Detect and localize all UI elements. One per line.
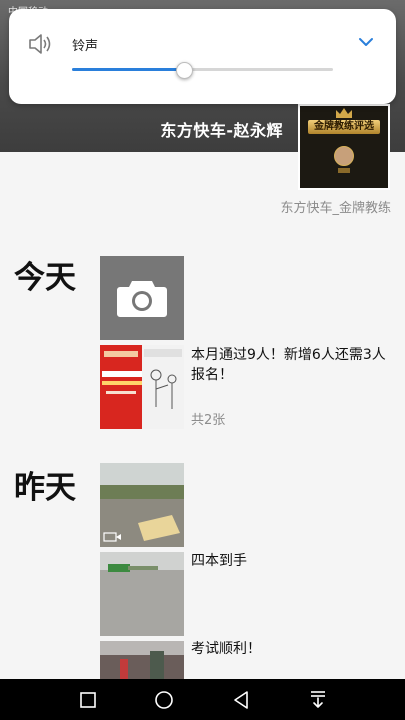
camera-button[interactable] xyxy=(100,256,184,340)
video-frame-image xyxy=(100,463,184,547)
avatar[interactable]: 金牌教练评选 xyxy=(298,104,390,190)
notification-pulldown-icon xyxy=(311,691,325,708)
recents-button[interactable] xyxy=(76,688,100,712)
camera-icon xyxy=(117,281,167,317)
post-text[interactable]: 考试顺利！ xyxy=(191,639,391,659)
volume-panel: 铃声 xyxy=(9,9,396,104)
volume-slider-knob[interactable] xyxy=(176,62,193,79)
post-text[interactable]: 四本到手 xyxy=(191,551,391,571)
avatar-detail xyxy=(338,168,350,173)
recents-square-icon xyxy=(80,692,96,708)
notification-pulldown-button[interactable] xyxy=(306,688,330,712)
post-thumbnail[interactable] xyxy=(100,345,184,429)
post-text[interactable]: 本月通过9人！新增6人还需3人报名！ xyxy=(191,345,391,385)
today-label: 今天 xyxy=(14,260,76,296)
navigation-bar xyxy=(0,679,405,720)
exam-image xyxy=(100,641,184,679)
profile-name: 东方快车-赵永辉 xyxy=(160,121,283,140)
back-button[interactable] xyxy=(229,688,253,712)
avatar-face xyxy=(334,146,354,166)
volume-label: 铃声 xyxy=(72,39,99,54)
speaker-icon[interactable] xyxy=(28,33,54,55)
volume-slider[interactable] xyxy=(72,62,333,79)
post-image-count: 共2张 xyxy=(191,413,226,428)
road-image xyxy=(100,552,184,636)
profile-subtitle: 东方快车_金牌教练 xyxy=(280,201,391,216)
back-triangle-icon xyxy=(234,691,248,709)
post-thumbnail[interactable] xyxy=(100,552,184,636)
home-button[interactable] xyxy=(152,688,176,712)
poster-image xyxy=(100,345,184,429)
avatar-badge-text: 金牌教练评选 xyxy=(308,120,380,134)
volume-slider-fill xyxy=(72,68,184,71)
crown-icon xyxy=(336,108,352,118)
yesterday-label: 昨天 xyxy=(14,470,76,506)
video-thumbnail[interactable] xyxy=(100,463,184,547)
home-circle-icon xyxy=(155,691,173,709)
post-thumbnail[interactable] xyxy=(100,641,184,679)
chevron-down-icon[interactable] xyxy=(358,37,374,47)
